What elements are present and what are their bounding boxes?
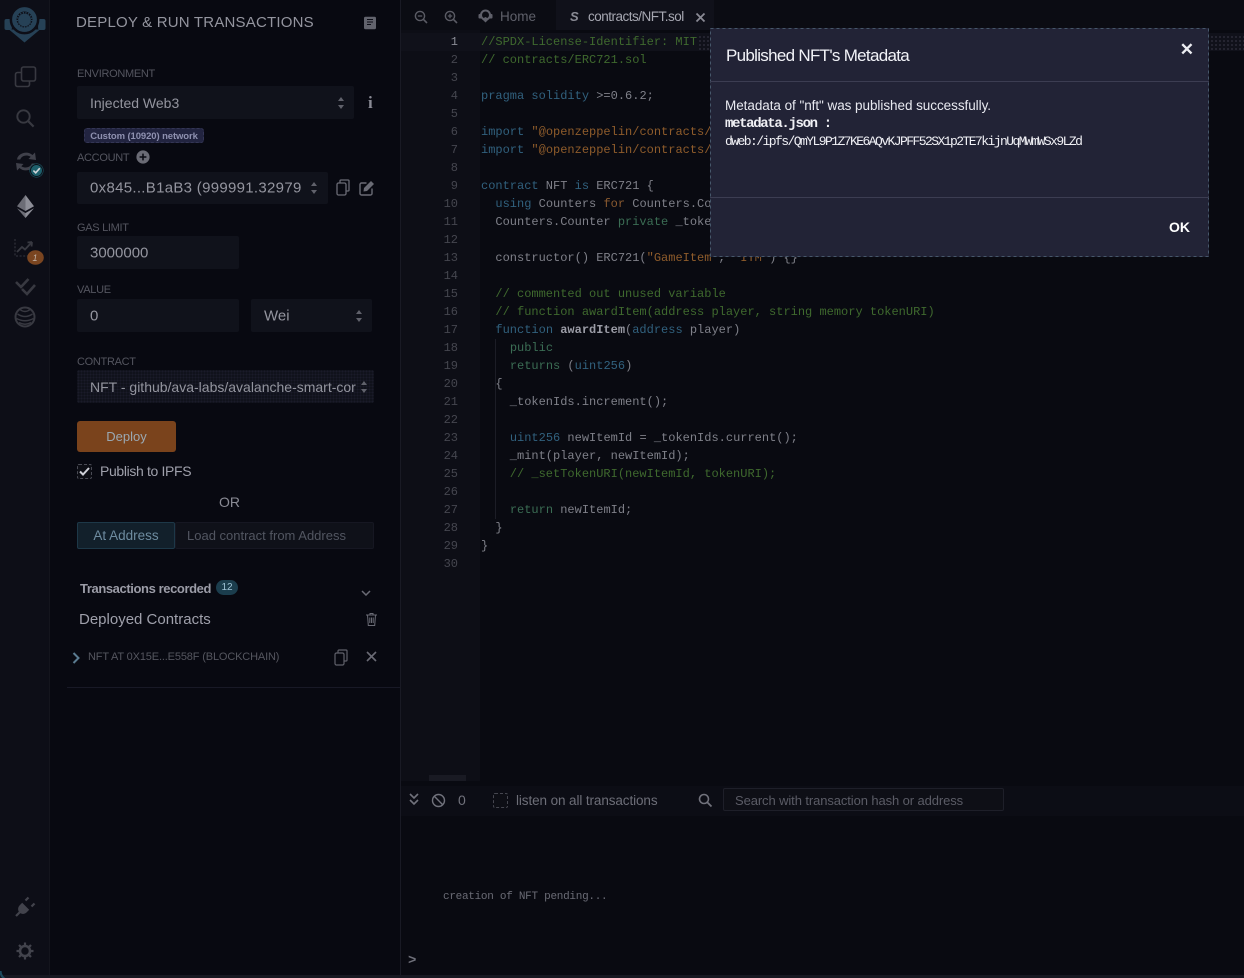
svg-text:1: 1 [32,253,37,263]
